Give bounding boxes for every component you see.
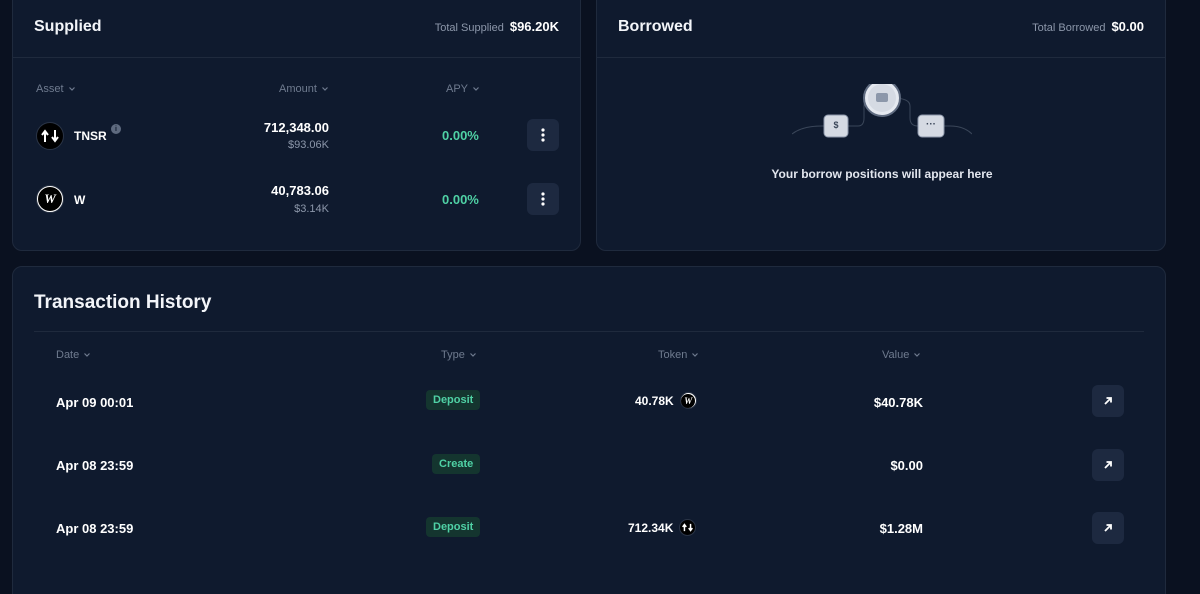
open-transaction-button[interactable] [1092, 385, 1124, 417]
wormhole-logo-icon: W [36, 185, 64, 213]
supplied-title: Supplied [34, 18, 102, 35]
transaction-value: $0.00 [890, 458, 923, 473]
transaction-date: Apr 08 23:59 [56, 458, 134, 473]
asset-amount-usd: $93.06K [288, 139, 329, 151]
history-divider [34, 331, 1144, 332]
token-header-label: Token [658, 349, 688, 361]
type-header-label: Type [441, 349, 465, 361]
transaction-token: 712.34K [628, 519, 697, 536]
borrow-empty-message: Your borrow positions will appear here [771, 167, 993, 181]
chevron-down-icon [469, 353, 476, 357]
asset-amount: 712,348.00 [263, 120, 329, 135]
arrow-up-right-icon [1104, 461, 1112, 469]
open-transaction-button[interactable] [1092, 449, 1124, 481]
wormhole-logo-icon: W [679, 392, 697, 409]
borrowed-title: Borrowed [618, 18, 693, 35]
dollar-glyph: $ [833, 120, 839, 130]
total-borrowed: Total Borrowed $0.00 [1032, 19, 1144, 34]
value-column-header[interactable]: Value [882, 349, 921, 361]
amount-column-header[interactable]: Amount [279, 83, 329, 95]
asset-apy: 0.00% [442, 192, 479, 207]
chevron-down-icon [68, 87, 75, 91]
arrow-up-right-icon [1104, 397, 1112, 405]
chevron-down-icon [692, 353, 699, 357]
transaction-history-title: Transaction History [34, 292, 212, 313]
total-supplied: Total Supplied $96.20K [435, 19, 559, 34]
asset-column-header[interactable]: Asset [36, 83, 76, 95]
token-column-header[interactable]: Token [658, 349, 699, 361]
type-badge: Deposit [426, 517, 481, 537]
empty-borrow-illustration [792, 84, 972, 138]
total-supplied-value: $96.20K [509, 19, 559, 34]
borrowed-divider [597, 57, 1165, 58]
supplied-card: Supplied Total Supplied $96.20K Asset Am… [12, 0, 581, 251]
asset-header-label: Asset [36, 83, 64, 95]
tensor-logo-icon [36, 122, 64, 150]
info-icon[interactable]: i [111, 124, 121, 134]
arrow-up-right-icon [1104, 524, 1112, 532]
asset-amount-usd: $3.14K [294, 203, 329, 215]
token-amount: 40.78K [635, 393, 674, 408]
amount-header-label: Amount [279, 83, 317, 95]
open-transaction-button[interactable] [1092, 512, 1124, 544]
asset-name: TNSR [74, 129, 107, 143]
kebab-menu-icon [541, 192, 545, 206]
asset-amount: 40,783.06 [271, 183, 329, 198]
more-options-button[interactable] [527, 183, 559, 215]
total-supplied-label: Total Supplied [434, 22, 504, 34]
transaction-history-card: Transaction History Date Type Token Valu… [12, 266, 1166, 594]
apy-header-label: APY [446, 83, 469, 95]
transaction-value: $40.78K [873, 395, 923, 410]
chevron-down-icon [84, 353, 91, 357]
chevron-down-icon [321, 87, 328, 91]
token-amount: 712.34K [628, 520, 674, 535]
supplied-divider [13, 57, 580, 58]
ellipsis-glyph: ··· [926, 119, 936, 130]
kebab-menu-icon [541, 128, 545, 142]
date-column-header[interactable]: Date [56, 349, 91, 361]
type-column-header[interactable]: Type [441, 349, 477, 361]
transaction-value: $1.28M [879, 521, 923, 536]
value-header-label: Value [882, 349, 910, 361]
apy-column-header[interactable]: APY [446, 83, 480, 95]
more-options-button[interactable] [527, 119, 559, 151]
total-borrowed-label: Total Borrowed [1032, 22, 1106, 34]
asset-apy: 0.00% [442, 128, 479, 143]
type-badge: Deposit [426, 390, 481, 410]
transaction-date: Apr 08 23:59 [56, 521, 134, 536]
date-header-label: Date [56, 349, 80, 361]
transaction-token: 40.78K W [635, 392, 697, 409]
borrowed-card: Borrowed Total Borrowed $0.00 $ ··· Your… [596, 0, 1166, 251]
asset-name: W [74, 193, 86, 207]
chevron-down-icon [914, 353, 921, 357]
tensor-logo-icon [679, 519, 697, 536]
transaction-date: Apr 09 00:01 [56, 395, 134, 410]
total-borrowed-value: $0.00 [1111, 19, 1144, 34]
type-badge: Create [432, 454, 481, 474]
chevron-down-icon [473, 87, 479, 91]
